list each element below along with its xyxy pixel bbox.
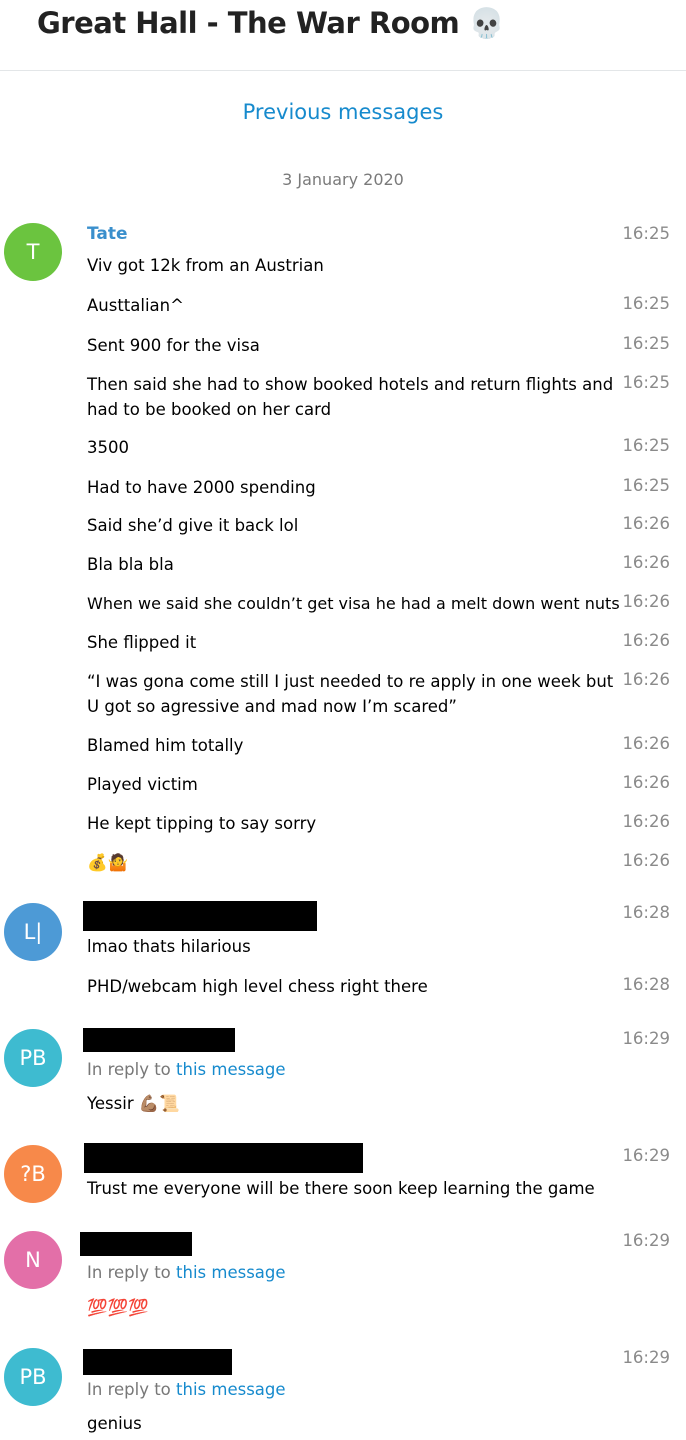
redacted-sender-name (83, 1028, 235, 1052)
previous-messages-link[interactable]: Previous messages (0, 100, 686, 124)
message-time: 16:28 (622, 903, 670, 922)
reply-reference: In reply to this message (87, 1060, 286, 1079)
message-text: Trust me everyone will be there soon kee… (87, 1179, 595, 1198)
avatar[interactable]: PB (4, 1029, 62, 1087)
message-text: 3500 (87, 438, 129, 457)
reply-link[interactable]: this message (176, 1380, 286, 1399)
message-time: 16:26 (622, 592, 670, 611)
avatar[interactable]: T (4, 223, 62, 281)
message-text: PHD/webcam high level chess right there (87, 977, 428, 996)
message-text: lmao thats hilarious (87, 937, 251, 956)
date-separator: 3 January 2020 (282, 170, 404, 189)
message-time: 16:26 (622, 851, 670, 870)
message-time: 16:25 (622, 224, 670, 243)
sender-name[interactable]: Tate (87, 224, 128, 244)
message-text: Sent 900 for the visa (87, 336, 260, 355)
message-text: Viv got 12k from an Austrian (87, 256, 324, 275)
message-text: Said she’d give it back lol (87, 516, 299, 535)
message-time: 16:28 (622, 975, 670, 994)
message-text: Then said she had to show booked hotels … (87, 375, 619, 419)
message-text: She flipped it (87, 633, 197, 652)
chat-header: Great Hall - The War Room 💀 (0, 0, 686, 71)
message-time: 16:29 (622, 1029, 670, 1048)
message-time: 16:26 (622, 553, 670, 572)
message-text: Blamed him totally (87, 736, 244, 755)
message-time: 16:26 (622, 734, 670, 753)
message-text: He kept tipping to say sorry (87, 814, 317, 833)
avatar[interactable]: PB (4, 1348, 62, 1406)
message-time: 16:26 (622, 514, 670, 533)
reply-prefix: In reply to (87, 1060, 171, 1079)
message-time: 16:26 (622, 670, 670, 689)
avatar[interactable]: ?B (4, 1145, 62, 1203)
reply-prefix: In reply to (87, 1263, 171, 1282)
message-emoji: 💰🤷 (87, 853, 129, 872)
message-time: 16:25 (622, 294, 670, 313)
message-text: genius (87, 1414, 142, 1433)
message-emoji: 💯💯💯 (87, 1298, 149, 1317)
message-text: Austtalian^ (87, 296, 184, 315)
message-text: Had to have 2000 spending (87, 478, 316, 497)
message-text: When we said she couldn’t get visa he ha… (87, 594, 620, 613)
message-time: 16:25 (622, 476, 670, 495)
message-text: Played victim (87, 775, 198, 794)
reply-link[interactable]: this message (176, 1060, 286, 1079)
message-text: Yessir 💪🏽📜 (87, 1094, 180, 1113)
message-time: 16:26 (622, 773, 670, 792)
redacted-sender-name (83, 901, 317, 931)
reply-reference: In reply to this message (87, 1263, 286, 1282)
message-time: 16:25 (622, 373, 670, 392)
reply-prefix: In reply to (87, 1380, 171, 1399)
message-time: 16:26 (622, 812, 670, 831)
message-time: 16:25 (622, 334, 670, 353)
message-time: 16:29 (622, 1231, 670, 1250)
reply-link[interactable]: this message (176, 1263, 286, 1282)
message-time: 16:25 (622, 436, 670, 455)
reply-reference: In reply to this message (87, 1380, 286, 1399)
redacted-sender-name (84, 1143, 363, 1173)
avatar[interactable]: N (4, 1231, 62, 1289)
message-time: 16:29 (622, 1348, 670, 1367)
avatar[interactable]: L| (4, 903, 62, 961)
message-text: Bla bla bla (87, 555, 174, 574)
redacted-sender-name (83, 1349, 232, 1375)
message-time: 16:26 (622, 631, 670, 650)
chat-title: Great Hall - The War Room 💀 (37, 6, 505, 40)
message-text: “I was gona come still I just needed to … (87, 672, 619, 716)
redacted-sender-name (80, 1232, 192, 1256)
message-time: 16:29 (622, 1146, 670, 1165)
